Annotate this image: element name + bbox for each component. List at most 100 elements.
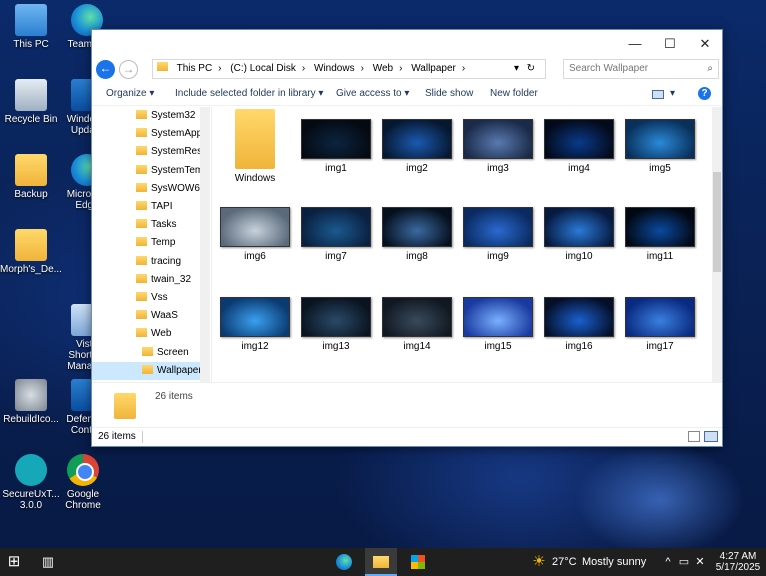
nav-item[interactable]: SystemReso xyxy=(92,143,200,161)
nav-item[interactable]: System32 xyxy=(92,107,200,125)
image-item[interactable]: img15 xyxy=(461,297,535,352)
folder-icon xyxy=(136,201,147,210)
nav-item[interactable]: TAPI xyxy=(92,198,200,216)
clock[interactable]: 4:27 AM 5/17/2025 xyxy=(712,551,764,573)
store-taskbar-icon[interactable] xyxy=(405,548,431,576)
breadcrumb-local-disk[interactable]: (C:) Local Disk xyxy=(230,63,296,74)
title-bar[interactable]: — ☐ ✕ xyxy=(92,30,722,57)
status-item-count: 26 items xyxy=(98,431,136,442)
address-bar[interactable]: This PC › (C:) Local Disk › Windows › Web › … xyxy=(152,59,546,79)
nav-scrollbar[interactable] xyxy=(200,107,210,382)
new-folder-button[interactable]: New folder xyxy=(490,82,538,106)
nav-item-label: SystemApps xyxy=(151,128,200,140)
image-thumbnail xyxy=(625,207,695,247)
image-item[interactable]: img13 xyxy=(299,297,373,352)
image-item[interactable]: img3 xyxy=(461,119,535,174)
include-in-library-button[interactable]: Include selected folder in library ▾ xyxy=(175,82,323,106)
close-button[interactable]: ✕ xyxy=(688,30,722,57)
breadcrumb-wallpaper[interactable]: Wallpaper xyxy=(411,63,456,74)
image-item[interactable]: img8 xyxy=(380,207,454,262)
image-item[interactable]: img10 xyxy=(542,207,616,262)
nav-item[interactable]: SysWOW64 xyxy=(92,180,200,198)
folder-icon xyxy=(136,182,147,192)
forward-button[interactable]: → xyxy=(119,60,138,79)
image-item[interactable]: img7 xyxy=(299,207,373,262)
refresh-button[interactable]: ↻ xyxy=(527,60,535,78)
image-item[interactable]: img14 xyxy=(380,297,454,352)
maximize-button[interactable]: ☐ xyxy=(653,30,687,57)
weather-temperature[interactable]: 27°C xyxy=(552,548,577,576)
nav-item[interactable]: WaaS xyxy=(92,307,200,325)
back-button[interactable]: ← xyxy=(96,60,115,79)
content-scrollbar[interactable] xyxy=(712,107,722,382)
file-explorer-window[interactable]: — ☐ ✕ ← → This PC › (C:) Local Disk › Wind… xyxy=(91,29,723,447)
image-thumbnail xyxy=(625,119,695,159)
nav-item[interactable]: Vss xyxy=(92,289,200,307)
slide-show-button[interactable]: Slide show xyxy=(425,82,473,106)
folder-icon xyxy=(136,310,147,320)
file-explorer-taskbar-icon[interactable] xyxy=(365,548,397,576)
nav-item[interactable]: Web xyxy=(92,325,200,343)
nav-item-label: Vss xyxy=(151,292,168,303)
address-dropdown-button[interactable]: ▾ xyxy=(514,60,519,78)
image-thumbnail xyxy=(220,297,290,337)
desktop-icon[interactable]: Backup xyxy=(0,154,62,200)
image-item[interactable]: img11 xyxy=(623,207,697,262)
computer-icon xyxy=(15,4,47,36)
start-button[interactable]: ⊞ xyxy=(0,548,28,576)
taskbar: ⊞ ▥ ☀ 27°C Mostly sunny ^ ▭ ✕ 4:27 AM 5/… xyxy=(0,548,766,576)
nav-item[interactable]: SystemApps xyxy=(92,125,200,143)
nav-item-label: System32 xyxy=(151,110,196,121)
desktop-icon[interactable]: Google Chrome xyxy=(52,454,114,511)
folder-item[interactable]: Windows xyxy=(218,109,292,184)
breadcrumb-web[interactable]: Web xyxy=(373,63,393,74)
folder-icon xyxy=(136,164,147,174)
view-icon[interactable] xyxy=(652,90,664,99)
desktop-icon[interactable]: RebuildIco... xyxy=(0,379,62,425)
folder-icon xyxy=(157,62,168,71)
scrollbar-thumb[interactable] xyxy=(713,172,721,272)
image-item[interactable]: img6 xyxy=(218,207,292,262)
image-item[interactable]: img16 xyxy=(542,297,616,352)
command-bar: Organize ▾ Include selected folder in li… xyxy=(92,82,722,106)
help-icon[interactable]: ? xyxy=(698,87,711,100)
minimize-button[interactable]: — xyxy=(618,30,652,57)
breadcrumb-windows[interactable]: Windows xyxy=(314,63,355,74)
image-thumbnail xyxy=(463,297,533,337)
image-item[interactable]: img5 xyxy=(623,119,697,174)
nav-item[interactable]: SystemTemp xyxy=(92,162,200,180)
image-item[interactable]: img2 xyxy=(380,119,454,174)
image-item[interactable]: img12 xyxy=(218,297,292,352)
item-label: img12 xyxy=(241,341,269,352)
give-access-button[interactable]: Give access to ▾ xyxy=(336,82,409,106)
task-view-icon[interactable]: ▥ xyxy=(36,548,60,576)
recycle-bin-icon xyxy=(15,79,47,111)
nav-item[interactable]: tracing xyxy=(92,253,200,271)
weather-icon[interactable]: ☀ xyxy=(530,548,548,576)
image-item[interactable]: img1 xyxy=(299,119,373,174)
details-view-icon[interactable] xyxy=(688,431,700,442)
volume-muted-icon[interactable]: ✕ xyxy=(694,548,706,576)
large-icons-view-icon[interactable] xyxy=(704,431,718,442)
image-item[interactable]: img17 xyxy=(623,297,697,352)
nav-item[interactable]: Tasks xyxy=(92,216,200,234)
chevron-up-icon[interactable]: ^ xyxy=(662,548,674,576)
desktop-icon[interactable]: Morph's_De... xyxy=(0,229,62,275)
weather-description[interactable]: Mostly sunny xyxy=(582,548,646,576)
desktop-icon-label: Morph's_De... xyxy=(0,264,62,275)
nav-item[interactable]: Temp xyxy=(92,234,200,252)
desktop-icon[interactable]: This PC xyxy=(0,4,62,50)
search-box[interactable]: Search Wallpaper ⌕ xyxy=(563,59,719,79)
edge-taskbar-icon[interactable] xyxy=(331,548,357,576)
nav-item[interactable]: twain_32 xyxy=(92,271,200,289)
organize-button[interactable]: Organize ▾ xyxy=(106,82,154,106)
image-item[interactable]: img4 xyxy=(542,119,616,174)
details-item-count: 26 items xyxy=(155,391,193,402)
nav-item[interactable]: Wallpaper xyxy=(92,361,200,380)
view-dropdown-icon[interactable]: ▾ xyxy=(670,82,675,106)
nav-item[interactable]: Screen xyxy=(92,344,200,362)
image-item[interactable]: img9 xyxy=(461,207,535,262)
network-icon[interactable]: ▭ xyxy=(678,548,690,576)
desktop-icon[interactable]: Recycle Bin xyxy=(0,79,62,125)
breadcrumb-this-pc[interactable]: This PC xyxy=(177,63,213,74)
